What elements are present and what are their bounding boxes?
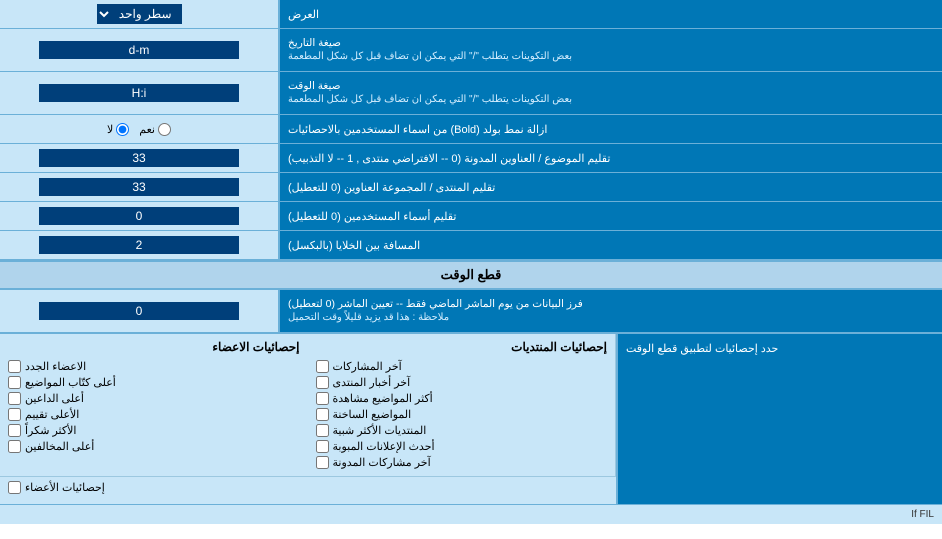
forum-stats-header: إحصائيات المنتديات [316,338,608,356]
forum-addresses-input-cell [0,173,280,201]
stat-item: أحدث الإعلانات المبوبة [316,440,608,453]
topic-titles-input[interactable] [39,149,239,167]
stat-item: أعلى المخالفين [8,440,300,453]
stat-item: آخر المشاركات [316,360,608,373]
stat-checkbox-3[interactable] [316,392,329,405]
cell-spacing-input[interactable] [39,236,239,254]
stat-item: المنتديات الأكثر شبية [316,424,608,437]
forum-addresses-label: تقليم المنتدى / المجموعة العناوين (0 للت… [280,173,942,201]
stat-item: آخر أخبار المنتدى [316,376,608,389]
stat-checkbox-7[interactable] [316,456,329,469]
forum-addresses-input[interactable] [39,178,239,196]
cell-spacing-label: المسافة بين الخلايا (بالبكسل) [280,231,942,259]
topic-titles-input-cell [0,144,280,172]
stat-item: أكثر المواضيع مشاهدة [316,392,608,405]
bold-radio-yes-label[interactable]: نعم [139,123,171,136]
stat-item: آخر مشاركات المدونة [316,456,608,469]
stat-item: أعلى الداعين [8,392,300,405]
stats-limit-label-cell: حدد إحصائيات لتطبيق قطع الوقت [618,334,942,504]
stat-item-members: إحصائيات الأعضاء [8,481,608,494]
stat-item: الاعضاء الجدد [8,360,300,373]
forum-stats-col: إحصائيات المنتديات آخر المشاركات آخر أخب… [308,334,617,476]
member-stats-bottom: إحصائيات الأعضاء [0,476,616,501]
stat-checkbox-6[interactable] [316,440,329,453]
display-input-cell: سطر واحد [0,0,280,28]
member-stats-header: إحصائيات الاعضاء [8,338,300,356]
stat-checkbox-9[interactable] [8,376,21,389]
stat-checkbox-members[interactable] [8,481,21,494]
stat-checkbox-4[interactable] [316,408,329,421]
stat-item: الأكثر شكراً [8,424,300,437]
display-label: العرض [280,0,942,28]
time-format-label: صيغة الوقت بعض التكوينات يتطلب "/" التي … [280,72,942,114]
stat-checkbox-8[interactable] [8,360,21,373]
stat-item: المواضيع الساخنة [316,408,608,421]
stat-item: الأعلى تقييم [8,408,300,421]
stat-checkbox-5[interactable] [316,424,329,437]
bold-radio-no-label[interactable]: لا [107,123,129,136]
time-cut-label: فرز البيانات من يوم الماشر الماضي فقط --… [280,290,942,332]
time-cut-input-cell [0,290,280,332]
bottom-note: If FIL [0,504,942,524]
stats-columns: إحصائيات المنتديات آخر المشاركات آخر أخب… [0,334,618,504]
time-format-input-cell [0,72,280,114]
display-select[interactable]: سطر واحد [97,4,182,24]
bold-radio-group: نعم لا [107,123,171,136]
time-cut-header: قطع الوقت [0,260,942,290]
bold-radio-yes[interactable] [158,123,171,136]
stat-checkbox-12[interactable] [8,424,21,437]
stat-item: أعلى كتّاب المواضيع [8,376,300,389]
time-format-input[interactable] [39,84,239,102]
date-format-input-cell [0,29,280,71]
bold-remove-label: ازالة نمط بولد (Bold) من اسماء المستخدمي… [280,115,942,143]
stat-checkbox-2[interactable] [316,376,329,389]
stat-checkbox-10[interactable] [8,392,21,405]
date-format-input[interactable] [39,41,239,59]
stat-checkbox-11[interactable] [8,408,21,421]
user-names-input-cell [0,202,280,230]
stat-checkbox-1[interactable] [316,360,329,373]
bold-remove-input-cell: نعم لا [0,115,280,143]
topic-titles-label: تقليم الموضوع / العناوين المدونة (0 -- ا… [280,144,942,172]
member-stats-col: إحصائيات الاعضاء الاعضاء الجدد أعلى كتّا… [0,334,308,476]
stat-checkbox-13[interactable] [8,440,21,453]
user-names-input[interactable] [39,207,239,225]
time-cut-input[interactable] [39,302,239,320]
cell-spacing-input-cell [0,231,280,259]
user-names-label: تقليم أسماء المستخدمين (0 للتعطيل) [280,202,942,230]
date-format-label: صيغة التاريخ بعض التكوينات يتطلب "/" الت… [280,29,942,71]
bold-radio-no[interactable] [116,123,129,136]
